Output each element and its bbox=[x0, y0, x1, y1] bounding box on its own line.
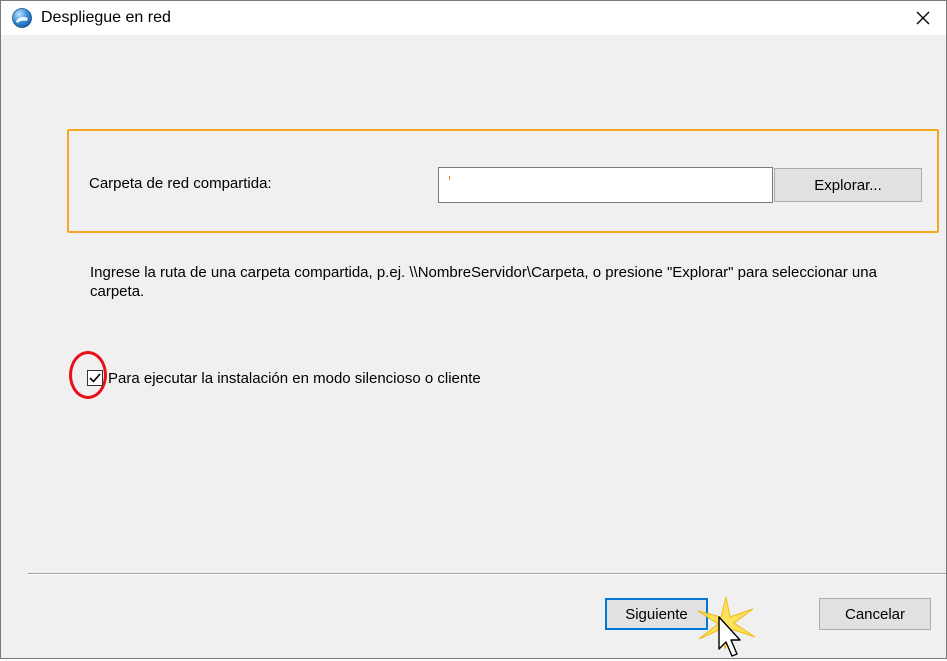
title-bar: Despliegue en red bbox=[1, 1, 946, 35]
mouse-cursor-icon bbox=[718, 616, 741, 657]
folder-hint-text: Ingrese la ruta de una carpeta compartid… bbox=[90, 264, 877, 300]
close-button[interactable] bbox=[900, 1, 946, 35]
checkmark-icon bbox=[89, 373, 101, 383]
window-title: Despliegue en red bbox=[41, 9, 171, 26]
silent-install-label: Para ejecutar la instalación en modo sil… bbox=[108, 370, 481, 387]
shared-folder-input[interactable] bbox=[438, 167, 773, 203]
text-caret bbox=[449, 176, 450, 180]
silent-install-checkbox[interactable] bbox=[87, 370, 103, 386]
footer-divider-highlight bbox=[28, 574, 946, 575]
folder-label: Carpeta de red compartida: bbox=[89, 175, 272, 192]
dialog-window: Despliegue en red Carpeta de red compart… bbox=[0, 0, 947, 659]
cancel-button[interactable]: Cancelar bbox=[819, 598, 931, 630]
browse-button[interactable]: Explorar... bbox=[774, 168, 922, 202]
next-button[interactable]: Siguiente bbox=[605, 598, 708, 630]
globe-app-icon bbox=[12, 8, 32, 28]
close-icon bbox=[916, 11, 930, 25]
